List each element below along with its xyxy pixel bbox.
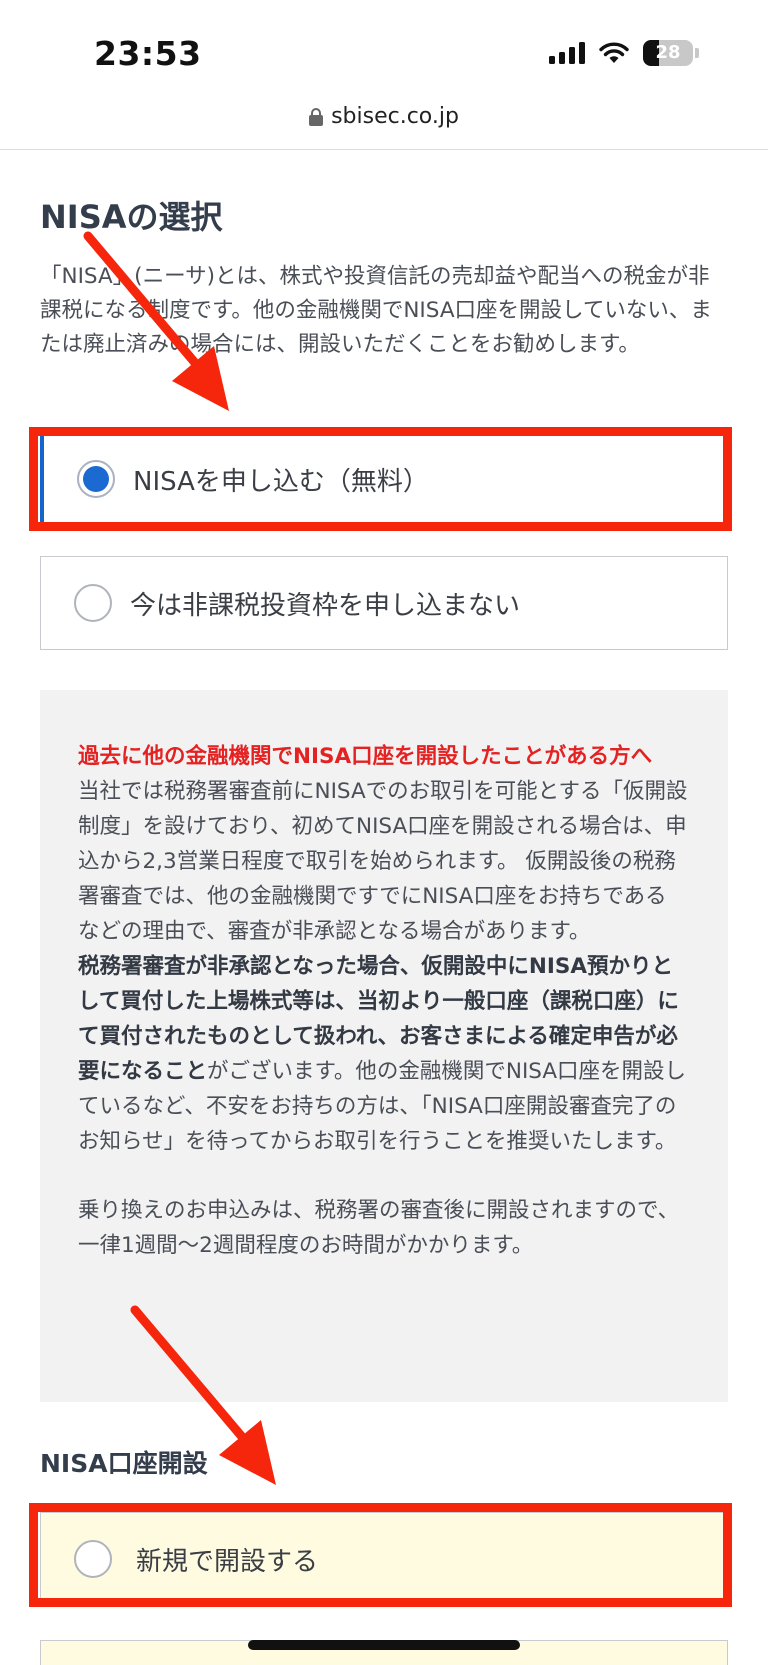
status-bar: 23:53 28 [0,0,768,100]
status-icons: 28 [549,40,699,66]
notice-box: 過去に他の金融機関でNISA口座を開設したことがある方へ 当社では税務署審査前に… [40,690,728,1402]
battery-icon: 28 [643,40,693,66]
section-title-nisa-account: NISA口座開設 [40,1449,208,1478]
annotation-frame [29,427,732,531]
nisa-description: 「NISA」(ニーサ)とは、株式や投資信託の売却益や配当への税金が非課税になる制… [40,264,712,357]
url-bar[interactable]: sbisec.co.jp [0,100,768,150]
notice-paragraph-3: 乗り換えのお申込みは、税務署の審査後に開設されますので、一律1週間〜2週間程度の… [78,1198,680,1258]
home-indicator [248,1640,520,1650]
option-label: 今は非課税投資枠を申し込まない [130,590,521,621]
notice-paragraph-1: 当社では税務署審査前にNISAでのお取引を可能とする「仮開設制度」を設けており、… [78,779,688,944]
battery-level: 28 [655,42,681,63]
wifi-icon [599,42,629,63]
battery-cap [695,48,699,58]
section-title-nisa-selection: NISAの選択 [40,198,223,236]
notice-title: 過去に他の金融機関でNISA口座を開設したことがある方へ [78,744,653,769]
radio-button[interactable] [74,584,112,622]
cellular-signal-icon [549,42,585,64]
notice-paragraph-2: 税務署審査が非承認となった場合、仮開設中にNISA預かりとして買付した上場株式等… [78,949,688,1159]
lock-icon [309,107,324,126]
option-decline-nisa[interactable]: 今は非課税投資枠を申し込まない [40,556,728,650]
annotation-frame [29,1503,732,1607]
status-time: 23:53 [94,34,202,73]
url-domain: sbisec.co.jp [331,104,459,129]
